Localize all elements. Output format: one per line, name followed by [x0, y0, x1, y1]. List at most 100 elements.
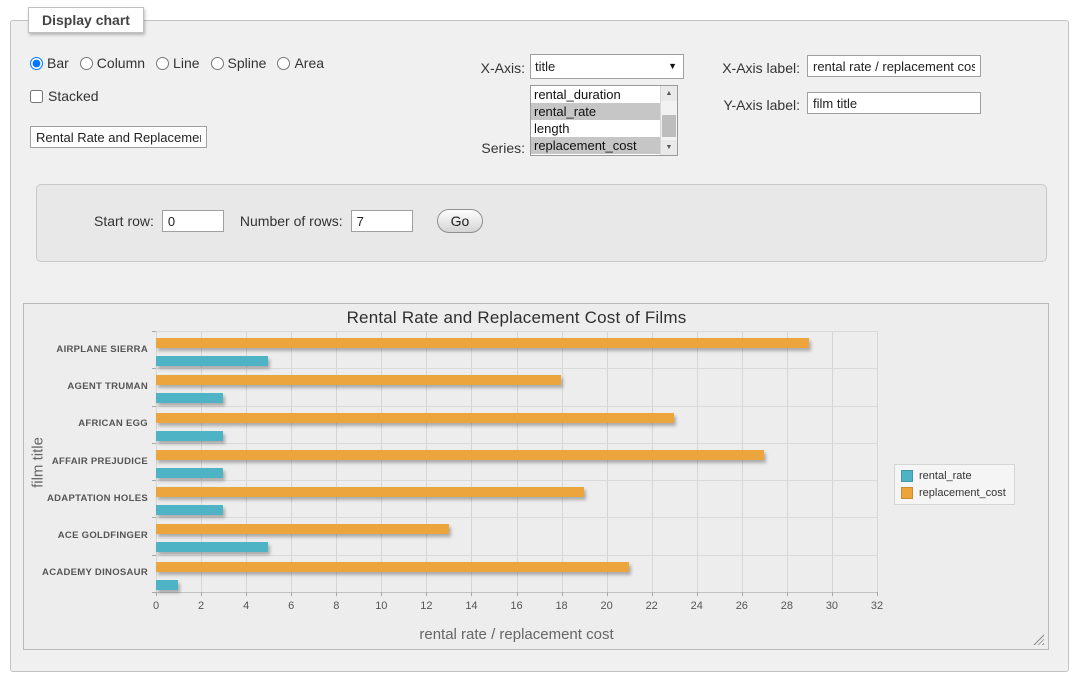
yaxis-label-input[interactable]	[807, 92, 981, 114]
radio-bar-input[interactable]	[30, 57, 43, 70]
radio-label: Column	[97, 55, 145, 71]
bar-replacement_cost	[156, 450, 764, 460]
gridline-vertical	[697, 331, 698, 592]
chart-title-input[interactable]	[30, 126, 207, 148]
stacked-label: Stacked	[48, 88, 99, 104]
y-tick-mark	[152, 480, 156, 481]
gridline-vertical	[291, 331, 292, 592]
rows-panel: Start row: Number of rows: Go	[36, 184, 1047, 262]
gridline-vertical	[607, 331, 608, 592]
bar-rental_rate	[156, 580, 178, 590]
bar-rental_rate	[156, 542, 268, 552]
series-option-rental_duration[interactable]: rental_duration	[531, 86, 660, 103]
x-tick-label: 6	[288, 600, 294, 612]
gridline-horizontal	[156, 517, 877, 518]
x-tick-label: 32	[871, 600, 883, 612]
scrollbar-thumb[interactable]	[662, 115, 676, 137]
x-tick-mark	[471, 592, 472, 596]
radio-area[interactable]: Area	[277, 55, 324, 71]
gridline-vertical	[877, 331, 878, 592]
gridline-vertical	[156, 331, 157, 592]
xaxis-select[interactable]: title	[530, 54, 684, 79]
resize-handle-icon[interactable]	[1033, 634, 1044, 645]
bar-replacement_cost	[156, 562, 629, 572]
series-listbox[interactable]: rental_durationrental_ratelengthreplacem…	[530, 85, 678, 156]
category-label: AFFAIR PREJUDICE	[30, 457, 148, 467]
category-label: AGENT TRUMAN	[30, 382, 148, 392]
series-option-rental_rate[interactable]: rental_rate	[531, 103, 660, 120]
x-tick-mark	[877, 592, 878, 596]
legend-label: replacement_cost	[919, 487, 1006, 499]
x-tick-label: 4	[243, 600, 249, 612]
radio-bar[interactable]: Bar	[30, 55, 69, 71]
scrollbar-up-icon[interactable]: ▲	[661, 86, 677, 101]
x-tick-mark	[381, 592, 382, 596]
gridline-vertical	[426, 331, 427, 592]
chart-title: Rental Rate and Replacement Cost of Film…	[156, 308, 877, 328]
radio-spline[interactable]: Spline	[211, 55, 267, 71]
gridline-vertical	[517, 331, 518, 592]
legend-label: rental_rate	[919, 470, 972, 482]
x-tick-mark	[336, 592, 337, 596]
y-axis-title: film title	[30, 403, 47, 523]
legend-swatch	[901, 487, 913, 499]
y-tick-mark	[152, 517, 156, 518]
bar-rental_rate	[156, 431, 223, 441]
x-tick-mark	[697, 592, 698, 596]
series-scrollbar[interactable]: ▲ ▼	[660, 86, 677, 155]
go-button[interactable]: Go	[437, 209, 484, 233]
start-row-input[interactable]	[162, 210, 224, 232]
x-tick-mark	[562, 592, 563, 596]
bar-replacement_cost	[156, 524, 449, 534]
radio-column-input[interactable]	[80, 57, 93, 70]
y-tick-mark	[152, 331, 156, 332]
x-tick-mark	[201, 592, 202, 596]
num-rows-input[interactable]	[351, 210, 413, 232]
bar-rental_rate	[156, 393, 223, 403]
xaxis-label-input[interactable]	[807, 55, 981, 77]
x-tick-label: 12	[420, 600, 432, 612]
gridline-horizontal	[156, 368, 877, 369]
page: Display chart Bar Column Line Spline Area St…	[0, 0, 1081, 681]
series-listbox-options: rental_durationrental_ratelengthreplacem…	[531, 86, 660, 155]
y-tick-mark	[152, 443, 156, 444]
xaxis-select-wrap: title ▼	[530, 54, 684, 79]
radio-line-input[interactable]	[156, 57, 169, 70]
radio-line[interactable]: Line	[156, 55, 199, 71]
bar-rental_rate	[156, 505, 223, 515]
chart-panel: Rental Rate and Replacement Cost of Film…	[23, 303, 1049, 650]
fieldset-legend: Display chart	[28, 7, 144, 33]
x-tick-label: 24	[691, 600, 703, 612]
radio-spline-input[interactable]	[211, 57, 224, 70]
gridline-vertical	[246, 331, 247, 592]
series-option-replacement_cost[interactable]: replacement_cost	[531, 137, 660, 154]
category-label: ACADEMY DINOSAUR	[30, 568, 148, 578]
category-label: AIRPLANE SIERRA	[30, 345, 148, 355]
y-tick-mark	[152, 592, 156, 593]
legend-item-rental_rate[interactable]: rental_rate	[901, 470, 1006, 482]
radio-label: Bar	[47, 55, 69, 71]
series-option-length[interactable]: length	[531, 120, 660, 137]
x-tick-label: 30	[826, 600, 838, 612]
legend-item-replacement_cost[interactable]: replacement_cost	[901, 487, 1006, 499]
series-label: Series:	[440, 140, 525, 156]
radio-label: Spline	[228, 55, 267, 71]
gridline-horizontal	[156, 406, 877, 407]
x-tick-mark	[517, 592, 518, 596]
stacked-checkbox[interactable]	[30, 90, 43, 103]
category-label: ACE GOLDFINGER	[30, 531, 148, 541]
radio-area-input[interactable]	[277, 57, 290, 70]
x-tick-label: 20	[601, 600, 613, 612]
stacked-checkbox-row[interactable]: Stacked	[30, 88, 99, 104]
gridline-vertical	[652, 331, 653, 592]
y-tick-mark	[152, 406, 156, 407]
bar-replacement_cost	[156, 413, 674, 423]
radio-column[interactable]: Column	[80, 55, 145, 71]
radio-label: Area	[294, 55, 324, 71]
gridline-vertical	[832, 331, 833, 592]
start-row-label: Start row:	[94, 213, 154, 229]
rows-controls: Start row: Number of rows: Go	[94, 209, 483, 233]
x-tick-label: 22	[646, 600, 658, 612]
scrollbar-down-icon[interactable]: ▼	[661, 140, 677, 155]
gridline-vertical	[742, 331, 743, 592]
